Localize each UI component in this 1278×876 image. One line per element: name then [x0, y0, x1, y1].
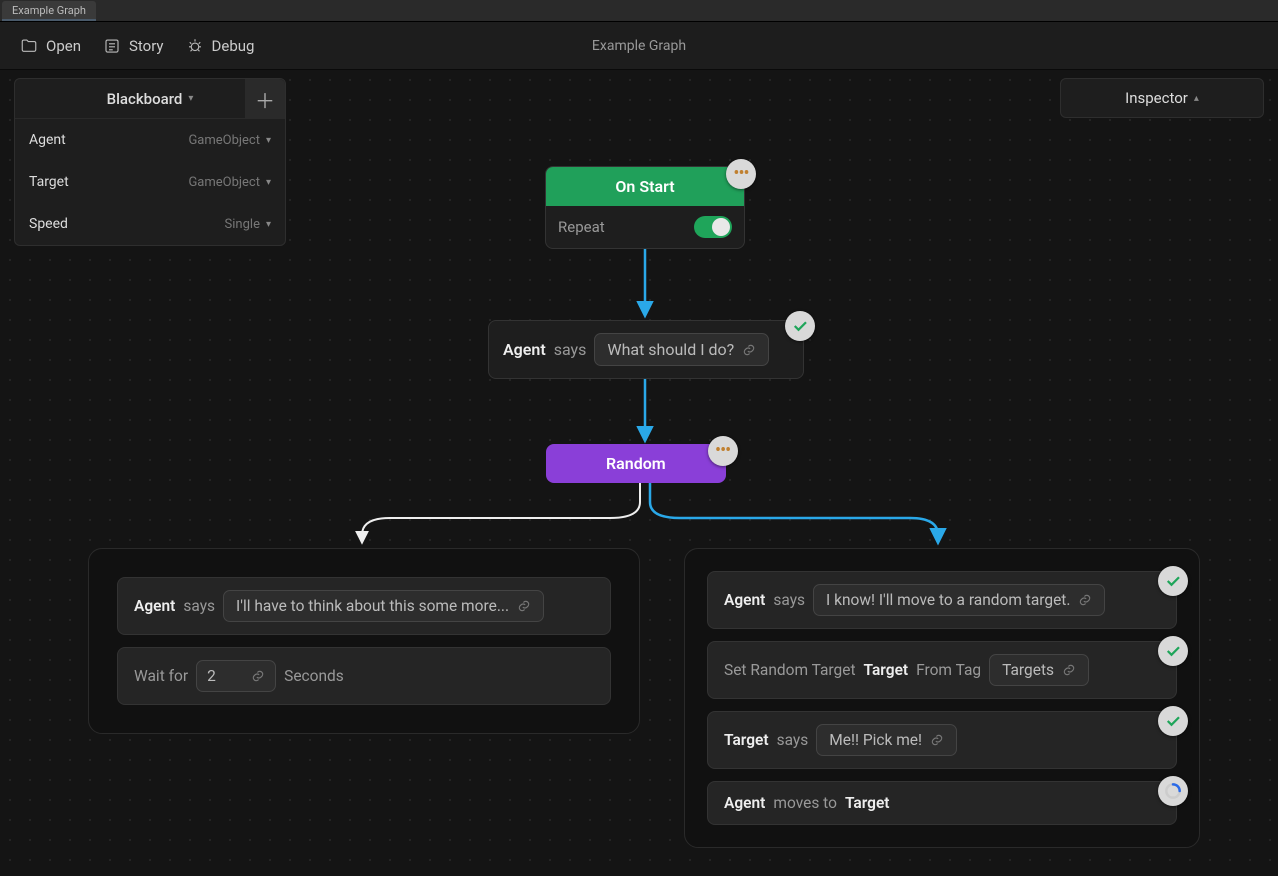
blackboard-title: Blackboard — [107, 90, 183, 108]
verb-label: says — [183, 597, 215, 615]
blackboard-var-target[interactable]: Target GameObject ▾ — [15, 161, 285, 203]
link-icon — [251, 669, 265, 683]
node-status-success-icon — [1158, 636, 1188, 666]
node-agent-moves-to[interactable]: Agent moves to Target — [707, 781, 1177, 825]
story-label: Story — [129, 37, 164, 55]
link-icon — [1062, 663, 1076, 677]
story-icon — [103, 37, 121, 55]
verb-label: says — [773, 591, 805, 609]
dialogue-text: Me!! Pick me! — [829, 731, 922, 749]
tag-text: Targets — [1002, 661, 1054, 679]
blackboard-var-speed[interactable]: Speed Single ▾ — [15, 203, 285, 245]
wait-prefix: Wait for — [134, 667, 188, 685]
repeat-label: Repeat — [558, 218, 605, 236]
chevron-down-icon: ▾ — [266, 219, 271, 230]
verb-label: says — [554, 340, 587, 359]
node-status-pending-icon — [1158, 776, 1188, 806]
set-var: Target — [864, 661, 909, 679]
var-type: GameObject — [188, 133, 260, 148]
bug-icon — [186, 37, 204, 55]
dialogue-pill[interactable]: Me!! Pick me! — [816, 724, 957, 756]
sequence-group-right[interactable]: Agent says I know! I'll move to a random… — [684, 548, 1200, 848]
story-button[interactable]: Story — [103, 37, 164, 55]
node-set-random-target[interactable]: Set Random Target Target From Tag Target… — [707, 641, 1177, 699]
actor-label: Agent — [134, 597, 175, 615]
dialogue-pill[interactable]: I know! I'll move to a random target. — [813, 584, 1105, 616]
node-target-says[interactable]: Target says Me!! Pick me! — [707, 711, 1177, 769]
tab-bar: Example Graph — [0, 0, 1278, 22]
node-status-running-icon: ••• — [708, 436, 738, 466]
verb-label: moves to — [773, 794, 837, 812]
var-name: Agent — [29, 132, 66, 148]
open-label: Open — [46, 37, 81, 55]
var-name: Speed — [29, 216, 68, 232]
dialogue-pill[interactable]: What should I do? — [594, 333, 769, 366]
node-status-success-icon — [785, 311, 815, 341]
set-prefix: Set Random Target — [724, 661, 856, 679]
verb-label: says — [777, 731, 809, 749]
blackboard-header[interactable]: Blackboard ▾ ＋ — [15, 79, 285, 119]
var-type: Single — [225, 217, 260, 232]
node-status-success-icon — [1158, 566, 1188, 596]
actor-label: Target — [724, 731, 769, 749]
toolbar: Open Story Debug Example Graph — [0, 22, 1278, 70]
node-status-success-icon — [1158, 706, 1188, 736]
debug-button[interactable]: Debug — [186, 37, 255, 55]
actor-label: Agent — [724, 794, 765, 812]
actor-label: Agent — [503, 340, 546, 359]
wait-value-pill[interactable]: 2 — [196, 660, 276, 692]
link-icon — [930, 733, 944, 747]
chevron-up-icon: ▴ — [1194, 93, 1199, 104]
chevron-down-icon: ▾ — [188, 93, 193, 104]
link-icon — [517, 599, 531, 613]
blackboard-var-agent[interactable]: Agent GameObject ▾ — [15, 119, 285, 161]
blackboard-panel: Blackboard ▾ ＋ Agent GameObject ▾ Target … — [14, 78, 286, 246]
repeat-toggle[interactable] — [694, 216, 732, 238]
link-icon — [742, 343, 756, 357]
node-wait[interactable]: Wait for 2 Seconds — [117, 647, 611, 705]
debug-label: Debug — [212, 37, 255, 55]
node-status-running-icon: ••• — [726, 159, 756, 189]
sequence-group-left[interactable]: Agent says I'll have to think about this… — [88, 548, 640, 734]
set-mid: From Tag — [916, 661, 981, 679]
inspector-panel-toggle[interactable]: Inspector ▴ — [1060, 78, 1264, 118]
node-header: On Start — [546, 167, 744, 206]
node-random[interactable]: Random ••• — [546, 444, 726, 483]
tab-example-graph[interactable]: Example Graph — [2, 1, 96, 21]
wait-value: 2 — [207, 667, 243, 685]
node-agent-says-think[interactable]: Agent says I'll have to think about this… — [117, 577, 611, 635]
node-on-start[interactable]: On Start Repeat ••• — [545, 166, 745, 249]
inspector-title: Inspector — [1125, 89, 1188, 107]
actor-label: Agent — [724, 591, 765, 609]
var-name: Target — [29, 174, 69, 190]
chevron-down-icon: ▾ — [266, 177, 271, 188]
dialogue-text: I'll have to think about this some more.… — [236, 597, 509, 615]
blackboard-add-button[interactable]: ＋ — [245, 79, 285, 119]
target-label: Target — [845, 794, 890, 812]
chevron-down-icon: ▾ — [266, 135, 271, 146]
link-icon — [1078, 593, 1092, 607]
tag-pill[interactable]: Targets — [989, 654, 1089, 686]
graph-canvas[interactable]: Blackboard ▾ ＋ Agent GameObject ▾ Target … — [0, 70, 1278, 876]
dialogue-pill[interactable]: I'll have to think about this some more.… — [223, 590, 544, 622]
open-button[interactable]: Open — [20, 37, 81, 55]
dialogue-text: I know! I'll move to a random target. — [826, 591, 1070, 609]
node-agent-says-1[interactable]: Agent says What should I do? — [488, 320, 804, 379]
wait-suffix: Seconds — [284, 667, 344, 685]
folder-icon — [20, 37, 38, 55]
dialogue-text: What should I do? — [607, 340, 734, 359]
node-agent-says-move[interactable]: Agent says I know! I'll move to a random… — [707, 571, 1177, 629]
var-type: GameObject — [188, 175, 260, 190]
node-header: Random — [546, 444, 726, 483]
graph-title: Example Graph — [592, 38, 686, 54]
